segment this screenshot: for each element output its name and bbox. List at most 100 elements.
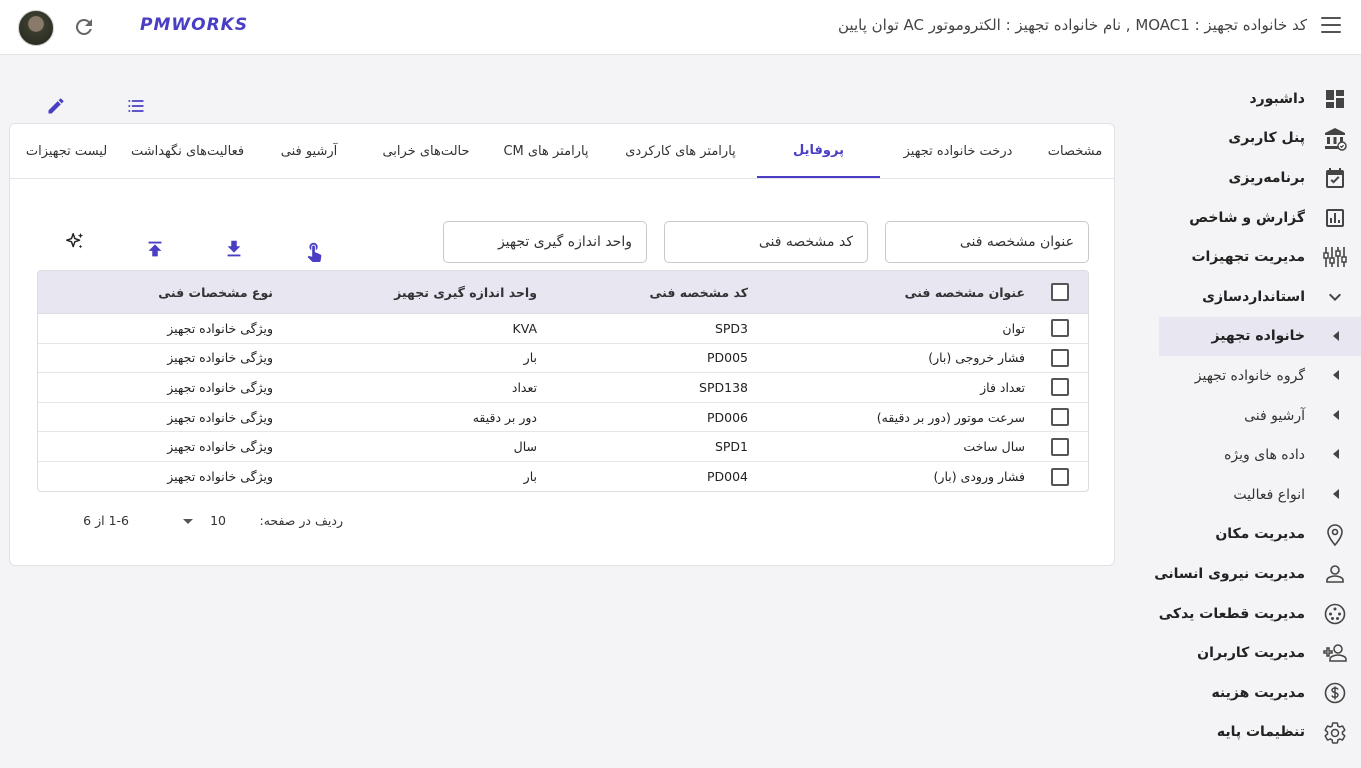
table-row[interactable]: فشار ورودی (بار) PD004 بار ویژگی خانواده تج… <box>38 462 1088 491</box>
cell-code: PD006 <box>706 409 748 425</box>
cell-unit: دور بر دقیقه <box>472 409 537 425</box>
sidebar-item-label: گروه خانواده تجهیز <box>1194 367 1305 384</box>
tab[interactable]: درخت خانواده تجهیز <box>880 124 1036 178</box>
tab[interactable]: پارامتر های کارکردی <box>604 124 757 178</box>
sidebar-item[interactable]: مدیریت قطعات یدکی <box>1159 594 1361 634</box>
download-icon[interactable] <box>223 238 245 260</box>
equipment-icon <box>1323 247 1347 268</box>
rows-per-page-select[interactable]: 10 <box>210 513 226 528</box>
sidebar-item[interactable]: گروه خانواده تجهیز <box>1159 356 1361 396</box>
cell-title: توان <box>1002 320 1025 336</box>
sidebar-item[interactable]: داده های ویژه <box>1159 435 1361 475</box>
sidebar-item[interactable]: انواع فعالیت <box>1159 475 1361 515</box>
cell-unit: بار <box>523 350 537 366</box>
row-checkbox[interactable] <box>1051 378 1069 397</box>
caret-down-icon[interactable] <box>183 519 193 524</box>
sidebar-item[interactable]: آرشیو فنی <box>1159 396 1361 436</box>
list-view-icon[interactable] <box>126 96 146 116</box>
row-checkbox[interactable] <box>1051 348 1069 367</box>
spare-parts-icon <box>1324 603 1346 625</box>
cell-title: فشار ورودی (بار) <box>933 469 1025 485</box>
row-checkbox[interactable] <box>1051 319 1069 338</box>
sidebar-item[interactable]: استانداردسازی <box>1159 277 1361 317</box>
row-checkbox[interactable] <box>1051 408 1069 427</box>
sidebar-item[interactable]: پنل کاربری <box>1159 119 1361 159</box>
cell-type: ویژگی خانواده تجهیز <box>167 439 273 455</box>
measurement-unit-filter[interactable]: واحد اندازه گیری تجهیز <box>443 221 647 263</box>
sidebar-item[interactable]: مدیریت تجهیزات <box>1159 237 1361 277</box>
table-row[interactable]: تعداد فاز SPD138 تعداد ویژگی خانواده تجهیز <box>38 373 1088 403</box>
cell-title: تعداد فاز <box>980 379 1025 395</box>
cell-type: ویژگی خانواده تجهیز <box>167 469 273 485</box>
sidebar-item-label: برنامه‌ریزی <box>1228 169 1306 186</box>
row-select-cell <box>1049 314 1071 343</box>
tech-spec-table: عنوان مشخصه فنی کد مشخصه فنی واحد اندازه… <box>37 270 1089 492</box>
sparkle-icon[interactable] <box>64 231 86 253</box>
table-row[interactable]: فشار خروجی (بار) PD005 بار ویژگی خانواده تج… <box>38 344 1088 374</box>
cell-title: فشار خروجی (بار) <box>928 350 1025 366</box>
cell-unit: سال <box>513 439 537 455</box>
cell-title: سرعت موتور (دور بر دقیقه) <box>876 409 1025 425</box>
header-unit[interactable]: واحد اندازه گیری تجهیز <box>394 271 537 313</box>
touch-select-icon[interactable] <box>303 240 325 262</box>
cell-code: PD004 <box>706 469 748 485</box>
tech-spec-title-filter[interactable]: عنوان مشخصه فنی <box>885 221 1089 263</box>
row-select-cell <box>1049 432 1071 461</box>
chevron-down-icon <box>1329 293 1341 301</box>
avatar[interactable] <box>18 10 54 46</box>
caret-left-icon <box>1333 449 1339 460</box>
tab[interactable]: مشخصات <box>1036 124 1114 178</box>
caret-left-icon <box>1333 409 1339 420</box>
logo: PMWORKS <box>140 15 249 35</box>
header-title[interactable]: عنوان مشخصه فنی <box>905 271 1025 313</box>
cell-type: ویژگی خانواده تجهیز <box>167 409 273 425</box>
sidebar-item[interactable]: برنامه‌ریزی <box>1159 158 1361 198</box>
caret-left-icon <box>1333 488 1339 499</box>
sidebar-item[interactable]: خانواده تجهیز <box>1159 316 1361 357</box>
header-type[interactable]: نوع مشخصات فنی <box>158 271 273 313</box>
menu-icon[interactable] <box>1321 17 1341 37</box>
tab[interactable]: حالت‌های خرابی <box>364 124 488 178</box>
tab[interactable]: پروفایل <box>757 124 880 178</box>
gear-icon <box>1324 721 1346 744</box>
table-row[interactable]: سال ساخت SPD1 سال ویژگی خانواده تجهیز <box>38 432 1088 462</box>
tech-spec-code-filter[interactable]: کد مشخصه فنی <box>664 221 868 263</box>
sidebar-item[interactable]: داشبورد <box>1159 79 1361 119</box>
row-select-cell <box>1049 403 1071 432</box>
sidebar-item-label: تنظیمات پایه <box>1216 724 1305 741</box>
sidebar-item[interactable]: مدیریت هزینه <box>1159 673 1361 713</box>
cell-code: SPD1 <box>714 439 748 455</box>
row-select-cell <box>1049 462 1071 491</box>
tab-bar: مشخصات درخت خانواده تجهیز پروفایل پارامتر ه… <box>10 124 1114 179</box>
person-icon <box>1326 565 1344 583</box>
row-select-cell <box>1049 373 1071 402</box>
bar-chart-icon <box>1326 208 1344 227</box>
refresh-icon[interactable] <box>72 15 96 39</box>
rows-per-page-label: ردیف در صفحه: <box>259 513 344 528</box>
cell-code: SPD3 <box>714 320 748 336</box>
profile-card: مشخصات درخت خانواده تجهیز پروفایل پارامتر ه… <box>9 123 1115 566</box>
select-all-checkbox[interactable] <box>1051 283 1069 301</box>
sidebar-item[interactable]: مدیریت مکان <box>1159 515 1361 555</box>
row-checkbox[interactable] <box>1051 437 1069 456</box>
tab[interactable]: پارامتر های CM <box>488 124 604 178</box>
select-all-cell <box>1049 271 1071 313</box>
sidebar-item[interactable]: مدیریت کاربران <box>1159 633 1361 673</box>
cell-code: PD005 <box>706 350 748 366</box>
sidebar-item[interactable]: تنظیمات پایه <box>1159 713 1361 753</box>
table-row[interactable]: توان SPD3 KVA ویژگی خانواده تجهیز <box>38 314 1088 344</box>
table-row[interactable]: سرعت موتور (دور بر دقیقه) PD006 دور بر دقی… <box>38 403 1088 433</box>
edit-icon[interactable] <box>46 96 66 116</box>
sidebar-item-label: مدیریت تجهیزات <box>1191 249 1305 266</box>
tab[interactable]: آرشیو فنی <box>254 124 364 178</box>
cell-unit: تعداد <box>511 379 537 395</box>
upload-icon[interactable] <box>144 238 166 260</box>
dashboard-icon <box>1326 90 1344 108</box>
sidebar-item-label: مدیریت قطعات یدکی <box>1158 605 1305 622</box>
sidebar-item[interactable]: مدیریت نیروی انسانی <box>1154 554 1361 594</box>
row-checkbox[interactable] <box>1051 467 1069 486</box>
tab[interactable]: لیست تجهیزات <box>12 124 121 178</box>
tab[interactable]: فعالیت‌های نگهداشت <box>121 124 254 178</box>
sidebar-item[interactable]: گزارش و شاخص <box>1159 198 1361 238</box>
header-code[interactable]: کد مشخصه فنی <box>650 271 749 313</box>
